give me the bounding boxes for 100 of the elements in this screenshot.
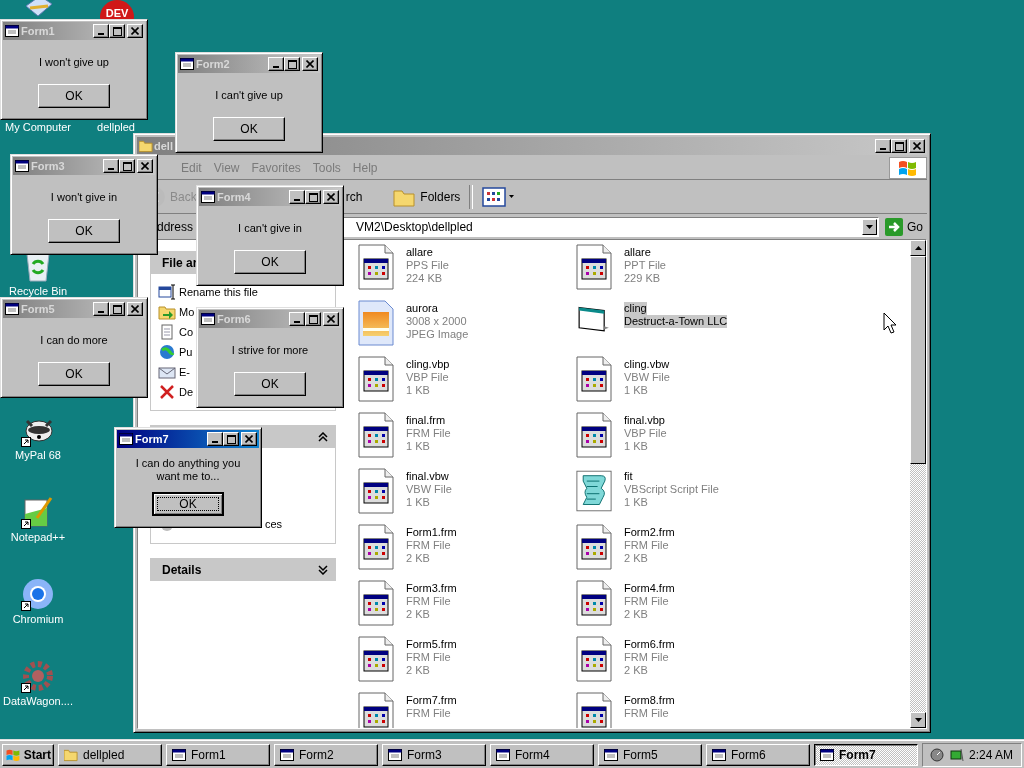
file-type: FRM File <box>406 651 451 664</box>
ok-button[interactable]: OK <box>234 372 306 396</box>
maximize-button[interactable] <box>119 159 135 173</box>
scroll-down-button[interactable] <box>910 712 926 728</box>
file-size: 1 KB <box>624 496 648 509</box>
taskbar-button[interactable]: Form6 <box>706 743 810 766</box>
window-title: Form5 <box>21 303 55 315</box>
minimize-button[interactable] <box>268 57 284 71</box>
file-name[interactable]: cling.vbp <box>406 358 450 371</box>
maximize-icon <box>894 141 904 151</box>
tray-icon[interactable] <box>929 746 945 763</box>
taskbar-button[interactable]: Form1 <box>166 743 270 766</box>
close-button[interactable] <box>909 139 925 153</box>
window-icon <box>5 303 19 315</box>
file-name[interactable]: final.vbp <box>624 414 665 427</box>
ok-button[interactable]: OK <box>152 492 224 516</box>
file-name[interactable]: Form1.frm <box>406 526 457 539</box>
maximize-button[interactable] <box>284 57 300 71</box>
scroll-thumb[interactable] <box>910 256 926 464</box>
file-name[interactable]: final.vbw <box>406 470 449 483</box>
ok-button[interactable]: OK <box>38 84 110 108</box>
file-size: 2 KB <box>624 552 648 565</box>
panel-header[interactable]: Details <box>150 558 336 581</box>
file-name[interactable]: allare <box>406 246 433 259</box>
maximize-button[interactable] <box>305 312 321 326</box>
chevron-icon[interactable] <box>318 431 328 442</box>
file-name[interactable]: cling <box>624 302 647 315</box>
minimize-button[interactable] <box>103 159 119 173</box>
start-button[interactable]: Start <box>2 743 54 766</box>
file-size: 229 KB <box>624 272 661 285</box>
desktop-icon-label[interactable]: dellpled <box>97 121 135 133</box>
minimize-button[interactable] <box>93 24 109 38</box>
file-type: VBP File <box>406 371 449 384</box>
file-name[interactable]: Form6.frm <box>624 638 675 651</box>
desktop-icon-label[interactable]: Chromium <box>12 613 64 625</box>
task-link[interactable]: Mo <box>179 306 195 318</box>
document-icon <box>576 524 612 570</box>
file-name[interactable]: Form2.frm <box>624 526 675 539</box>
close-button[interactable] <box>137 159 153 173</box>
folders-button[interactable]: Folders <box>389 182 464 211</box>
scroll-up-button[interactable] <box>910 240 926 256</box>
close-button[interactable] <box>127 24 143 38</box>
desktop-icon-label[interactable]: Recycle Bin <box>8 285 68 297</box>
taskbar-button[interactable]: Form2 <box>274 743 378 766</box>
close-button[interactable] <box>323 312 339 326</box>
tray-icon[interactable] <box>949 746 965 763</box>
search-button[interactable]: rch <box>342 182 366 211</box>
task-link[interactable]: E- <box>179 366 190 378</box>
file-name[interactable]: final.frm <box>406 414 446 427</box>
taskbar-button[interactable]: Form4 <box>490 743 594 766</box>
file-name[interactable]: Form8.frm <box>624 694 675 707</box>
ok-button[interactable]: OK <box>38 362 110 386</box>
file-size: 1 KB <box>624 384 648 397</box>
maximize-button[interactable] <box>223 432 239 446</box>
task-link[interactable]: Rename this file <box>179 286 258 298</box>
file-name[interactable]: cling.vbw <box>624 358 670 371</box>
window-icon <box>712 748 726 761</box>
close-button[interactable] <box>302 57 318 71</box>
taskbar-button[interactable]: dellpled <box>58 743 162 766</box>
minimize-button[interactable] <box>93 302 109 316</box>
desktop-icon-label[interactable]: DataWagon.... <box>3 695 73 707</box>
move-icon <box>158 304 176 320</box>
close-button[interactable] <box>323 190 339 204</box>
taskbar-button[interactable]: Form3 <box>382 743 486 766</box>
task-link[interactable]: Co <box>179 326 194 338</box>
file-type: VBP File <box>624 427 667 440</box>
document-icon <box>576 412 612 458</box>
file-name[interactable]: allare <box>624 246 651 259</box>
file-name[interactable]: Form7.frm <box>406 694 457 707</box>
message-text: I won't give in <box>49 189 119 205</box>
ok-button[interactable]: OK <box>234 250 306 274</box>
dropdown-button[interactable] <box>862 218 878 235</box>
minimize-button[interactable] <box>207 432 223 446</box>
maximize-button[interactable] <box>109 24 125 38</box>
scrollbar[interactable] <box>910 240 926 728</box>
file-name[interactable]: aurora <box>406 302 438 315</box>
file-name[interactable]: Form5.frm <box>406 638 457 651</box>
minimize-button[interactable] <box>875 139 891 153</box>
file-name[interactable]: Form4.frm <box>624 582 675 595</box>
taskbar-button[interactable]: Form7 <box>814 743 918 766</box>
minimize-button[interactable] <box>289 190 305 204</box>
desktop-icon-label[interactable]: Notepad++ <box>10 531 66 543</box>
close-button[interactable] <box>127 302 143 316</box>
ok-button[interactable]: OK <box>48 219 120 243</box>
taskbar-button[interactable]: Form5 <box>598 743 702 766</box>
maximize-button[interactable] <box>891 139 907 153</box>
close-button[interactable] <box>241 432 257 446</box>
file-name[interactable]: fit <box>624 470 633 483</box>
task-link[interactable]: De <box>179 386 194 398</box>
maximize-button[interactable] <box>109 302 125 316</box>
minimize-button[interactable] <box>289 312 305 326</box>
maximize-button[interactable] <box>305 190 321 204</box>
task-link[interactable]: ces <box>265 518 283 530</box>
ok-button[interactable]: OK <box>213 117 285 141</box>
chevron-icon[interactable] <box>318 564 328 575</box>
desktop-icon-label[interactable]: MyPal 68 <box>15 449 61 461</box>
desktop-icon-label[interactable]: My Computer <box>5 121 71 133</box>
file-name[interactable]: Form3.frm <box>406 582 457 595</box>
go-button[interactable]: Go <box>885 217 924 236</box>
task-link[interactable]: Pu <box>179 346 193 358</box>
